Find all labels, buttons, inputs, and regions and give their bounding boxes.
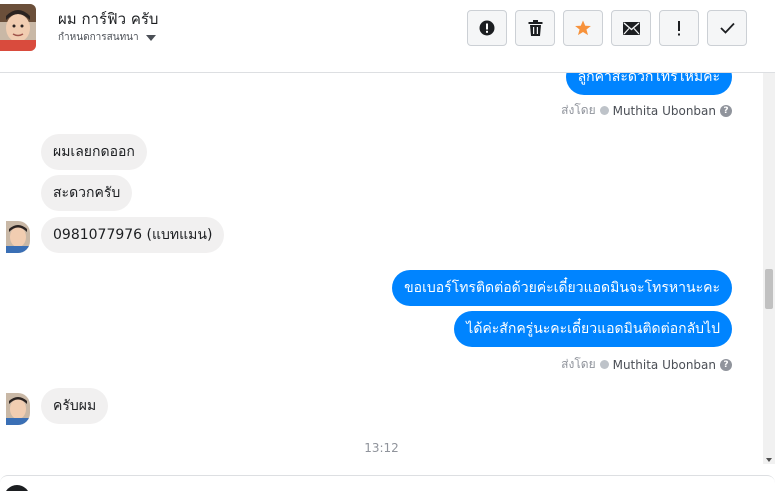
incoming-message: สะดวกครับ — [41, 175, 133, 211]
envelope-icon — [622, 21, 640, 35]
sent-by-label: ส่งโดย Muthita Ubonban ? — [561, 101, 732, 120]
incoming-message: ครับผม — [41, 388, 109, 424]
star-icon — [575, 20, 591, 36]
page-icon — [599, 360, 609, 369]
header-actions — [467, 10, 747, 46]
caret-down-icon — [145, 34, 156, 41]
checkmark-icon — [719, 22, 735, 34]
contact-avatar[interactable] — [0, 4, 36, 51]
sent-by-prefix: ส่งโดย — [561, 357, 596, 371]
outgoing-message: ได้ค่ะสักครู่นะคะเดี๋ยวแอดมินติดต่อกลับไ… — [454, 311, 732, 347]
contact-avatar-small[interactable] — [6, 393, 30, 425]
contact-avatar-small[interactable] — [6, 221, 30, 253]
message-thread[interactable]: ลูกค้าสะดวกโทรไหมคะ ส่งโดย Muthita Ubonb… — [0, 73, 763, 464]
trash-icon — [528, 20, 542, 36]
sender-name[interactable]: Muthita Ubonban — [613, 104, 716, 118]
incoming-message: 0981077976 (แบทแมน) — [41, 217, 225, 253]
sender-name[interactable]: Muthita Ubonban — [613, 358, 716, 372]
outgoing-message: ขอเบอร์โทรติดต่อด้วยค่ะเดี๋ยวแอดมินจะโทร… — [392, 270, 732, 306]
help-icon[interactable]: ? — [720, 104, 732, 117]
exclamation-icon — [678, 20, 680, 35]
outgoing-message: ลูกค้าสะดวกโทรไหมคะ — [565, 73, 732, 95]
incoming-message: ผมเลยกดออก — [41, 134, 147, 170]
mark-unread-button[interactable] — [611, 10, 651, 46]
sent-by-prefix: ส่งโดย — [561, 103, 596, 117]
done-button[interactable] — [707, 10, 747, 46]
report-button[interactable] — [467, 10, 507, 46]
message-composer[interactable] — [0, 475, 775, 491]
timestamp: 13:12 — [364, 441, 399, 455]
composer-avatar — [4, 485, 30, 491]
conversation-settings-dropdown[interactable]: กำหนดการสนทนา — [58, 30, 156, 45]
thread-scrollbar[interactable] — [763, 73, 775, 464]
page-icon — [599, 106, 609, 115]
sent-by-label: ส่งโดย Muthita Ubonban ? — [561, 355, 732, 374]
scrollbar-thumb[interactable] — [765, 269, 773, 309]
conversation-settings-label: กำหนดการสนทนา — [58, 32, 139, 43]
important-button[interactable] — [659, 10, 699, 46]
help-icon[interactable]: ? — [720, 358, 732, 371]
conversation-header: ผม การ์ฟิว ครับ กำหนดการสนทนา — [0, 0, 775, 73]
delete-button[interactable] — [515, 10, 555, 46]
star-button[interactable] — [563, 10, 603, 46]
scroll-down-arrow-icon[interactable] — [766, 458, 772, 462]
contact-name: ผม การ์ฟิว ครับ — [58, 10, 159, 28]
alert-circle-icon — [479, 20, 495, 36]
